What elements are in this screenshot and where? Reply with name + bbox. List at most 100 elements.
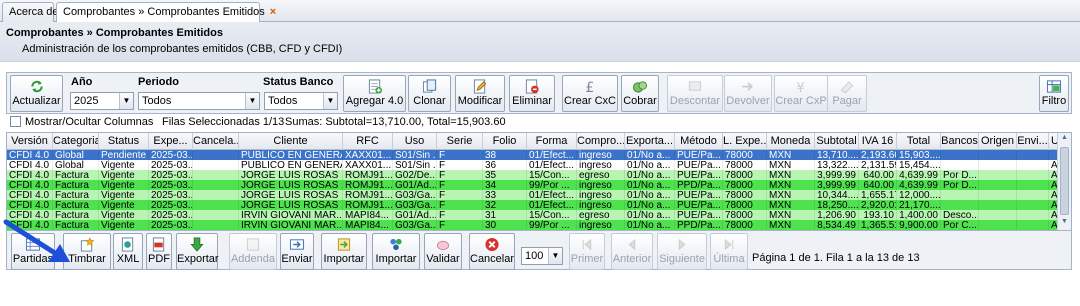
clonar-label: Clonar <box>413 95 446 107</box>
eliminar-button[interactable]: Eliminar <box>509 75 555 112</box>
column-header[interactable]: Subtotal <box>815 133 859 150</box>
column-header[interactable]: Cancela... <box>193 133 239 150</box>
importar-label: Importar <box>375 253 417 265</box>
vertical-scrollbar[interactable]: ▲ ▼ <box>1057 133 1071 231</box>
column-header[interactable]: Compro... <box>577 133 625 150</box>
anterior-button[interactable]: Anterior <box>611 233 653 270</box>
cancelar-button[interactable]: Cancelar <box>469 233 515 270</box>
tab-comprobantes-emitidos[interactable]: Comprobantes » Comprobantes Emitidos × <box>56 2 276 23</box>
column-header[interactable]: Expe... <box>149 133 193 150</box>
eliminar-label: Eliminar <box>512 95 552 107</box>
actualizar-label: Actualizar <box>12 95 61 107</box>
column-header[interactable]: Moneda <box>767 133 815 150</box>
filtro-button[interactable]: Filtro <box>1039 75 1069 112</box>
crear-cxp-button[interactable]: ¥ Crear CxP <box>774 75 828 112</box>
page-header: Comprobantes » Comprobantes Emitidos Adm… <box>0 22 1080 62</box>
column-header[interactable]: Serie <box>437 133 483 150</box>
column-header[interactable]: L. Expe... <box>723 133 767 150</box>
column-header[interactable]: Uso <box>393 133 437 150</box>
list-icon <box>25 238 41 251</box>
column-header[interactable]: Bancos <box>941 133 979 150</box>
scrollbar-thumb[interactable] <box>1060 147 1069 215</box>
exportar-button[interactable]: Exportar <box>176 233 219 270</box>
ultima-label: Última <box>713 253 745 265</box>
importar-button-2[interactable]: Importar <box>372 233 420 270</box>
add-document-icon <box>368 79 382 94</box>
crear-cxc-button[interactable]: £ Crear CxC <box>562 75 618 112</box>
column-header[interactable]: Cliente <box>239 133 343 150</box>
enviar-button[interactable]: Enviar <box>280 233 314 270</box>
sumas-text: Sumas: Subtotal=13,710.00, Total=15,903.… <box>285 116 506 128</box>
clonar-button[interactable]: Clonar <box>408 75 451 112</box>
chevron-down-icon: ▼ <box>548 248 562 264</box>
validar-button[interactable]: Validar <box>424 233 462 270</box>
actualizar-button[interactable]: Actualizar <box>10 75 63 112</box>
page-subtitle: Administración de los comprobantes emiti… <box>22 43 343 55</box>
column-header[interactable]: Exporta... <box>625 133 675 150</box>
discount-icon <box>688 81 702 91</box>
importar-button-1[interactable]: Importar <box>321 233 367 270</box>
page-size-select[interactable]: 100 ▼ <box>521 247 563 265</box>
importar-label: Importar <box>323 253 365 265</box>
import-icon <box>337 238 351 251</box>
xml-button[interactable]: XML <box>113 233 143 270</box>
scroll-down-icon[interactable]: ▼ <box>1059 218 1070 230</box>
cobrar-label: Cobrar <box>623 95 657 107</box>
previous-page-icon <box>628 238 636 251</box>
money-icon <box>632 81 648 93</box>
column-header[interactable]: Total <box>897 133 941 150</box>
pound-icon: £ <box>585 80 594 94</box>
agregar-button[interactable]: Agregar 4.0 <box>343 75 406 112</box>
return-icon <box>742 82 754 91</box>
column-header[interactable]: Método <box>675 133 723 150</box>
chevron-down-icon: ▼ <box>245 93 259 109</box>
main-toolbar: Actualizar Año 2025 ▼ Periodo Todos ▼ Stat… <box>6 72 1072 114</box>
cancelar-label: Cancelar <box>470 253 515 265</box>
column-header[interactable]: Folio <box>483 133 527 150</box>
periodo-select[interactable]: Todos ▼ <box>138 92 260 110</box>
column-header[interactable]: Versión <box>7 133 53 150</box>
yen-icon: ¥ <box>796 81 804 94</box>
status-banco-select[interactable]: Todos ▼ <box>264 92 338 110</box>
pagar-button[interactable]: Pagar <box>827 75 867 112</box>
modificar-button[interactable]: Modificar <box>455 75 505 112</box>
mostrar-columnas-checkbox[interactable] <box>10 116 21 127</box>
cobrar-button[interactable]: Cobrar <box>621 75 659 112</box>
column-header[interactable]: Categoria <box>53 133 99 150</box>
scroll-up-icon[interactable]: ▲ <box>1059 134 1070 146</box>
primer-button[interactable]: Primer <box>569 233 605 270</box>
addenda-button[interactable]: Addenda <box>229 233 277 270</box>
close-icon[interactable]: × <box>270 6 276 18</box>
enviar-label: Enviar <box>281 253 313 265</box>
send-icon <box>289 239 305 250</box>
timbrar-button[interactable]: Timbrar <box>63 233 111 270</box>
column-header[interactable]: Origen <box>979 133 1017 150</box>
info-row: Mostrar/Ocultar Columnas <box>10 116 153 130</box>
svg-text:¥: ¥ <box>796 81 804 94</box>
column-header[interactable]: Forma <box>527 133 577 150</box>
column-header[interactable]: Envi... <box>1017 133 1049 150</box>
partidas-button[interactable]: Partidas <box>11 233 55 270</box>
addenda-label: Addenda <box>230 253 276 265</box>
descontar-button[interactable]: Descontar <box>667 75 723 112</box>
descontar-label: Descontar <box>669 95 721 107</box>
anio-select[interactable]: 2025 ▼ <box>70 92 134 110</box>
pdf-button[interactable]: PDF <box>146 233 172 270</box>
agregar-label: Agregar 4.0 <box>345 95 404 107</box>
comprobantes-grid: Versión Categoria Status Expe... Cancela... C… <box>6 132 1072 232</box>
crear-cxp-label: Crear CxP <box>775 95 827 107</box>
siguiente-button[interactable]: Siguiente <box>657 233 707 270</box>
pagar-label: Pagar <box>832 95 862 107</box>
column-header[interactable]: IVA 16 <box>859 133 897 150</box>
ultima-button[interactable]: Última <box>710 233 748 270</box>
devolver-button[interactable]: Devolver <box>724 75 772 112</box>
column-header[interactable]: RFC <box>343 133 393 150</box>
validar-label: Validar <box>426 253 460 265</box>
tab-acerca-de[interactable]: Acerca de <box>2 2 59 22</box>
periodo-label: Periodo <box>138 76 179 88</box>
column-header[interactable]: Status <box>99 133 149 150</box>
first-page-icon <box>582 238 592 251</box>
filter-icon <box>1046 80 1062 93</box>
primer-label: Primer <box>570 253 604 265</box>
stamp-icon <box>80 237 95 252</box>
